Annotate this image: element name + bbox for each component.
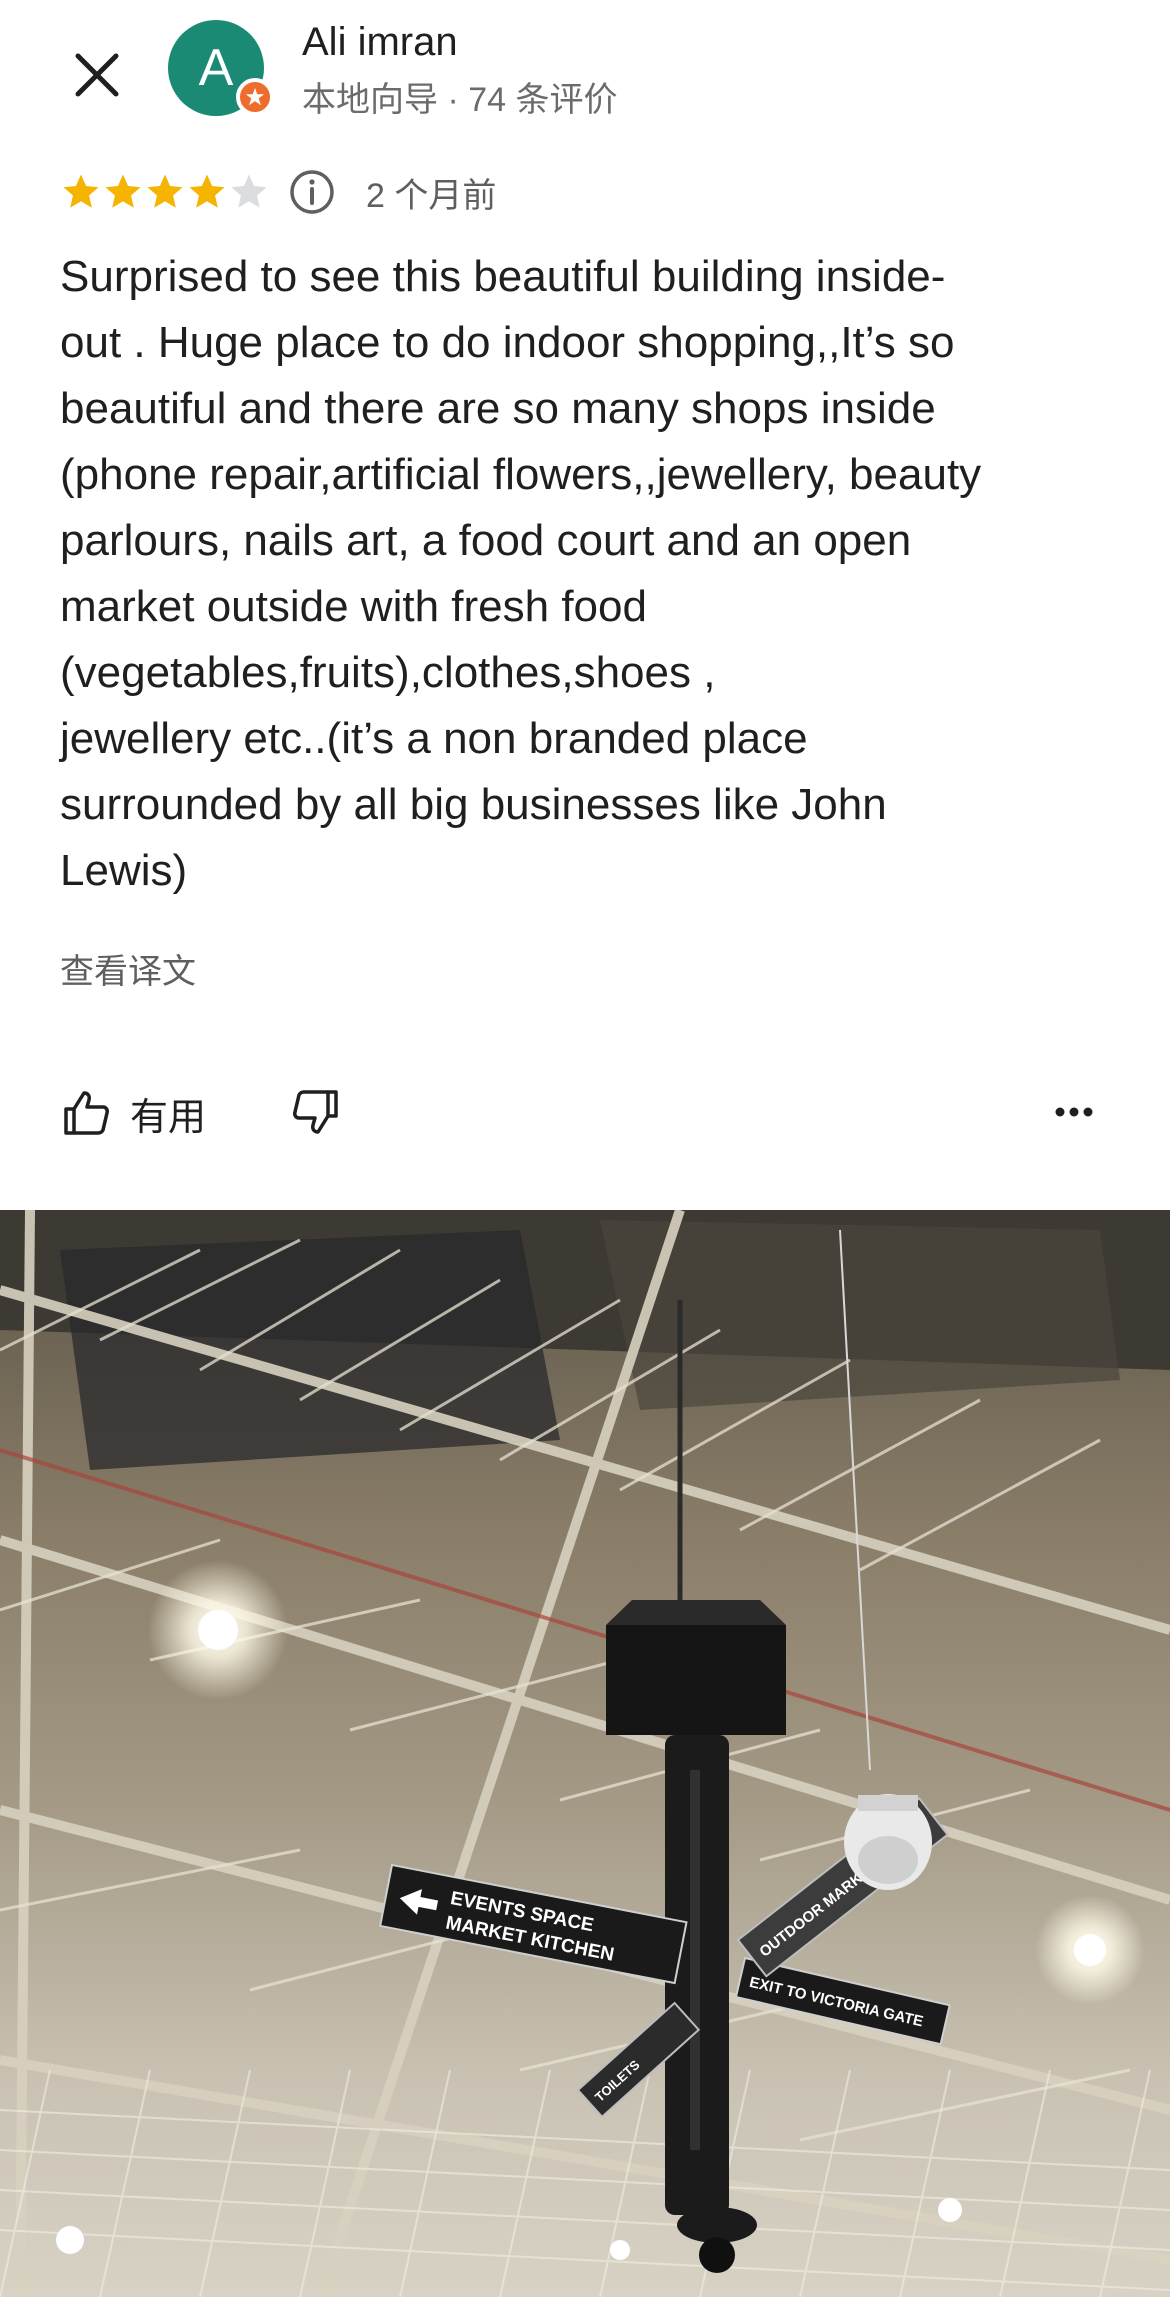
more-horizontal-icon [1055, 1107, 1093, 1117]
helpful-button[interactable]: 有用 [60, 1078, 206, 1148]
user-name[interactable]: Ali imran [302, 20, 458, 65]
star-rating [60, 171, 270, 213]
review-text: Surprised to see this beautiful building… [60, 252, 982, 895]
user-subtitle: 本地向导 · 74 条评价 [302, 81, 618, 119]
unhelpful-button[interactable] [290, 1086, 346, 1142]
star-empty-icon [231, 174, 267, 208]
review-actions: 有用 [0, 1078, 1170, 1148]
avatar-letter: A [198, 39, 234, 97]
local-guide-star-icon [245, 87, 265, 106]
review-time: 2 个月前 [366, 176, 497, 215]
star-filled-icon [189, 174, 225, 208]
more-options-button[interactable] [1050, 1092, 1098, 1132]
info-icon[interactable] [288, 168, 336, 216]
rating-row: 2 个月前 [60, 166, 496, 218]
thumbs-up-icon [64, 1091, 109, 1135]
star-filled-icon [63, 174, 99, 208]
star-filled-icon [105, 174, 141, 208]
star-filled-icon [147, 174, 183, 208]
helpful-label: 有用 [130, 1096, 207, 1139]
thumbs-down-icon [293, 1090, 338, 1134]
photo-illustration: EVENTS SPACE MARKET KITCHEN EXIT TO VICT… [0, 1210, 1170, 2297]
view-translation-link[interactable]: 查看译文 [60, 944, 196, 993]
review-photo[interactable]: EVENTS SPACE MARKET KITCHEN EXIT TO VICT… [0, 1210, 1170, 2297]
local-guide-badge [236, 78, 274, 116]
close-button[interactable] [62, 40, 132, 110]
close-icon [75, 53, 119, 97]
review-header: A Ali imran 本地向导 · 74 条评价 [0, 0, 1170, 150]
